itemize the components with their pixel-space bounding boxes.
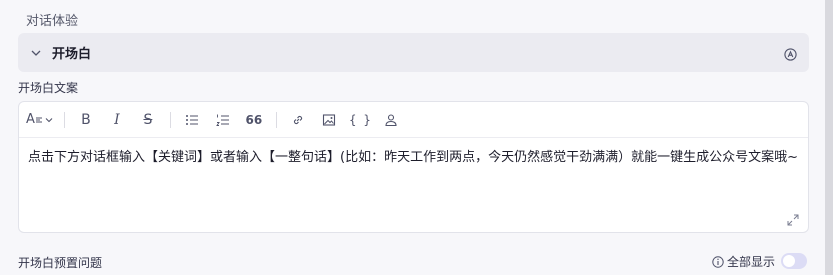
rich-text-editor[interactable]: A B I S 66 { } 点击下方对话框输入【关键词】或者输入【一整句话】(… bbox=[18, 101, 809, 233]
heading-icon: A bbox=[26, 112, 35, 127]
toolbar-divider bbox=[169, 111, 171, 128]
show-all-toggle[interactable] bbox=[781, 253, 807, 269]
link-icon bbox=[293, 115, 302, 124]
preset-questions-label: 开场白预置问题 bbox=[18, 256, 103, 270]
bullet-list-button[interactable] bbox=[181, 109, 203, 131]
heading-dropdown[interactable]: A bbox=[26, 109, 53, 131]
ordered-list-button[interactable] bbox=[212, 109, 234, 131]
expand-icon[interactable] bbox=[787, 211, 799, 226]
ai-generate-icon[interactable] bbox=[784, 46, 797, 61]
variable-user-button[interactable] bbox=[380, 109, 402, 131]
collapse-title: 开场白 bbox=[52, 47, 92, 62]
toggle-knob bbox=[783, 255, 795, 267]
toolbar-divider bbox=[63, 111, 65, 128]
scrollbar[interactable] bbox=[825, 0, 833, 275]
image-icon bbox=[322, 113, 335, 126]
editor-content[interactable]: 点击下方对话框输入【关键词】或者输入【一整句话】(比如：昨天工作到两点，今天仍然… bbox=[28, 148, 798, 168]
opening-remarks-collapse-header[interactable]: 开场白 bbox=[18, 33, 809, 72]
bullet-list-icon bbox=[185, 114, 198, 125]
chevron-down-icon bbox=[45, 117, 53, 122]
ordered-list-icon bbox=[216, 114, 229, 126]
image-button[interactable] bbox=[318, 109, 340, 131]
bold-button[interactable]: B bbox=[75, 109, 97, 131]
opening-text-label: 开场白文案 bbox=[18, 81, 79, 95]
blockquote-button[interactable]: 66 bbox=[243, 109, 265, 131]
toolbar-divider bbox=[275, 111, 277, 128]
heading-lines-icon bbox=[35, 117, 42, 122]
chevron-down-icon[interactable] bbox=[29, 46, 43, 60]
show-all-label: 全部显示 bbox=[726, 255, 775, 269]
strikethrough-button[interactable]: S bbox=[137, 109, 159, 131]
section-title: 对话体验 bbox=[26, 14, 79, 29]
code-block-button[interactable]: { } bbox=[349, 109, 371, 131]
info-icon[interactable] bbox=[712, 255, 724, 268]
editor-toolbar: A B I S 66 { } bbox=[19, 102, 808, 138]
link-button[interactable] bbox=[287, 109, 309, 131]
show-all-control: 全部显示 bbox=[712, 253, 775, 270]
italic-button[interactable]: I bbox=[106, 109, 128, 131]
user-icon bbox=[385, 113, 397, 126]
